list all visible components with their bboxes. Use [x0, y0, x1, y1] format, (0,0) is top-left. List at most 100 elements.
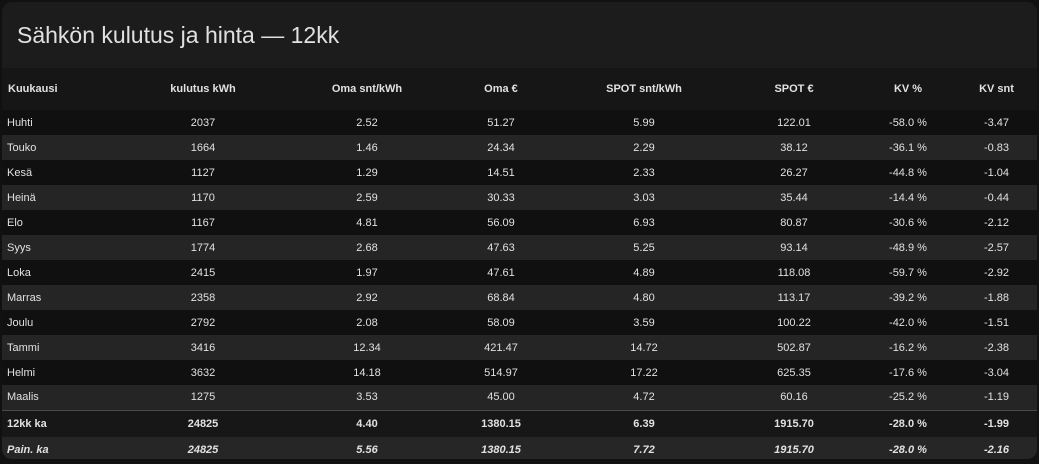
cell-kv-snt: -1.04	[983, 166, 1010, 179]
weighted-average-row: Pain. ka 24825 5.56 1380.15 7.72 1915.70 -28.0…	[2, 437, 1037, 459]
cell-kv-percent: -25.2 %	[889, 391, 927, 404]
cell-kv-percent: -48.9 %	[889, 241, 927, 254]
cell-own-price-snt: 2.52	[356, 116, 378, 129]
cell-own-price-snt: 1.97	[356, 266, 378, 279]
cell-own-price-snt: 5.56	[356, 443, 378, 456]
cell-kv-snt: -2.92	[983, 266, 1010, 279]
cell-spot-price-snt: 2.29	[633, 141, 655, 154]
cell-own-price-snt: 12.34	[353, 341, 381, 354]
cell-kv-percent: -30.6 %	[889, 216, 927, 229]
cell-own-cost-eur: 14.51	[487, 166, 515, 179]
cell-kv-snt: -2.38	[983, 341, 1010, 354]
cell-month: Elo	[7, 216, 23, 229]
column-header-consumption-kwh: kulutus kWh	[170, 83, 236, 95]
cell-month: Helmi	[7, 366, 36, 379]
table-row: Touko 1664 1.46 24.34 2.29 38.12 -36.1 % -0.83	[2, 135, 1037, 160]
cell-own-price-snt: 1.46	[356, 141, 378, 154]
cell-consumption-kwh: 2415	[190, 266, 216, 279]
cell-kv-percent: -39.2 %	[889, 291, 927, 304]
cell-spot-cost-eur: 26.27	[780, 166, 808, 179]
cell-consumption-kwh: 1167	[191, 216, 215, 229]
cell-kv-percent: -42.0 %	[889, 316, 927, 329]
cell-own-cost-eur: 1380.15	[481, 443, 521, 456]
cell-spot-cost-eur: 118.08	[777, 266, 811, 279]
cell-spot-cost-eur: 100.22	[777, 316, 811, 329]
cell-own-price-snt: 2.68	[356, 241, 378, 254]
cell-own-price-snt: 2.92	[356, 291, 378, 304]
cell-month: Loka	[7, 266, 31, 279]
cell-own-cost-eur: 56.09	[487, 216, 515, 229]
cell-own-price-snt: 4.40	[292, 409, 442, 437]
cell-kv-snt: -0.83	[983, 141, 1010, 154]
cell-kv-snt: -2.16	[983, 443, 1010, 456]
table-row: Kesä 1127 1.29 14.51 2.33 26.27 -44.8 % -1.04	[2, 160, 1037, 185]
cell-consumption-kwh: 24825	[187, 443, 219, 456]
consumption-table: Kuukausi kulutus kWh Oma snt/kWh Oma € SPOT …	[2, 68, 1037, 459]
cell-own-cost-eur: 24.34	[487, 141, 515, 154]
cell-own-price-snt: 3.53	[356, 391, 378, 404]
cell-spot-cost-eur: 60.16	[780, 391, 808, 404]
cell-own-cost-eur: 45.00	[487, 391, 515, 404]
cell-kv-percent: -17.6 %	[889, 366, 927, 379]
table-row: Tammi 3416 12.34 421.47 14.72 502.87 -16.2 % -2…	[2, 335, 1037, 360]
cell-kv-percent: -58.0 %	[889, 116, 927, 129]
cell-spot-cost-eur: 35.44	[780, 191, 808, 204]
column-header-kv-percent: KV %	[893, 83, 923, 95]
cell-kv-snt: -3.47	[983, 116, 1010, 129]
column-header-own-price-snt: Oma snt/kWh	[331, 83, 403, 95]
cell-consumption-kwh: 1170	[191, 191, 215, 204]
cell-own-cost-eur: 421.47	[484, 341, 518, 354]
cell-kv-percent: -59.7 %	[889, 266, 927, 279]
cell-month: Touko	[7, 141, 37, 154]
cell-consumption-kwh: 2037	[190, 116, 216, 129]
table-row: Helmi 3632 14.18 514.97 17.22 625.35 -17.6 % -3…	[2, 360, 1037, 385]
table-row: Joulu 2792 2.08 58.09 3.59 100.22 -42.0 % -1.51	[2, 310, 1037, 335]
cell-spot-price-snt: 7.72	[633, 443, 655, 456]
cell-kv-snt: -1.88	[983, 291, 1010, 304]
cell-own-price-snt: 1.29	[356, 166, 378, 179]
cell-spot-price-snt: 4.89	[633, 266, 655, 279]
cell-own-price-snt: 14.18	[353, 366, 381, 379]
cell-month: Tammi	[7, 341, 40, 354]
cell-spot-price-snt: 6.39	[560, 409, 728, 437]
cell-own-cost-eur: 58.09	[487, 316, 515, 329]
table-row: Syys 1774 2.68 47.63 5.25 93.14 -48.9 % -2.57	[2, 235, 1037, 260]
cell-own-cost-eur: 514.97	[484, 366, 518, 379]
cell-consumption-kwh: 1127	[191, 166, 215, 179]
column-header-kv-snt: KV snt	[979, 83, 1014, 95]
cell-kv-percent: -36.1 %	[889, 141, 927, 154]
cell-kv-snt: -2.12	[983, 216, 1010, 229]
cell-spot-cost-eur: 113.17	[777, 291, 811, 304]
cell-own-cost-eur: 47.61	[487, 266, 515, 279]
cell-spot-price-snt: 4.72	[633, 391, 655, 404]
cell-spot-cost-eur: 80.87	[780, 216, 808, 229]
cell-month: Marras	[7, 291, 42, 304]
table-row: Marras 2358 2.92 68.84 4.80 113.17 -39.2 % -1.8…	[2, 285, 1037, 310]
cell-own-price-snt: 2.08	[356, 316, 378, 329]
cell-month: Joulu	[7, 316, 34, 329]
cell-spot-price-snt: 2.33	[633, 166, 655, 179]
summary-row: 12kk ka 24825 4.40 1380.15 6.39 1915.70 -28.0 …	[2, 409, 1037, 437]
electricity-card: Sähkön kulutus ja hinta — 12kk Kuukausi k…	[2, 2, 1037, 459]
column-header-own-cost-eur: Oma €	[484, 83, 518, 95]
cell-spot-price-snt: 14.72	[630, 341, 658, 354]
cell-spot-price-snt: 5.99	[633, 116, 655, 129]
cell-kv-percent: -28.0 %	[860, 409, 956, 437]
cell-kv-snt: -3.04	[983, 366, 1010, 379]
cell-kv-snt: -0.44	[983, 191, 1010, 204]
cell-consumption-kwh: 24825	[114, 409, 292, 437]
cell-spot-cost-eur: 625.35	[777, 366, 811, 379]
column-header-month: Kuukausi	[8, 83, 58, 95]
cell-spot-cost-eur: 38.12	[780, 141, 808, 154]
table-row: Loka 2415 1.97 47.61 4.89 118.08 -59.7 % -2.92	[2, 260, 1037, 285]
cell-month: 12kk ka	[2, 409, 114, 437]
cell-consumption-kwh: 1664	[190, 141, 216, 154]
cell-own-cost-eur: 1380.15	[442, 409, 560, 437]
card-title: Sähkön kulutus ja hinta — 12kk	[17, 22, 340, 48]
cell-kv-percent: -28.0 %	[889, 443, 927, 456]
cell-kv-percent: -44.8 %	[889, 166, 927, 179]
cell-own-cost-eur: 68.84	[487, 291, 515, 304]
cell-consumption-kwh: 2792	[190, 316, 216, 329]
cell-month: Syys	[7, 241, 31, 254]
cell-spot-price-snt: 3.59	[633, 316, 655, 329]
